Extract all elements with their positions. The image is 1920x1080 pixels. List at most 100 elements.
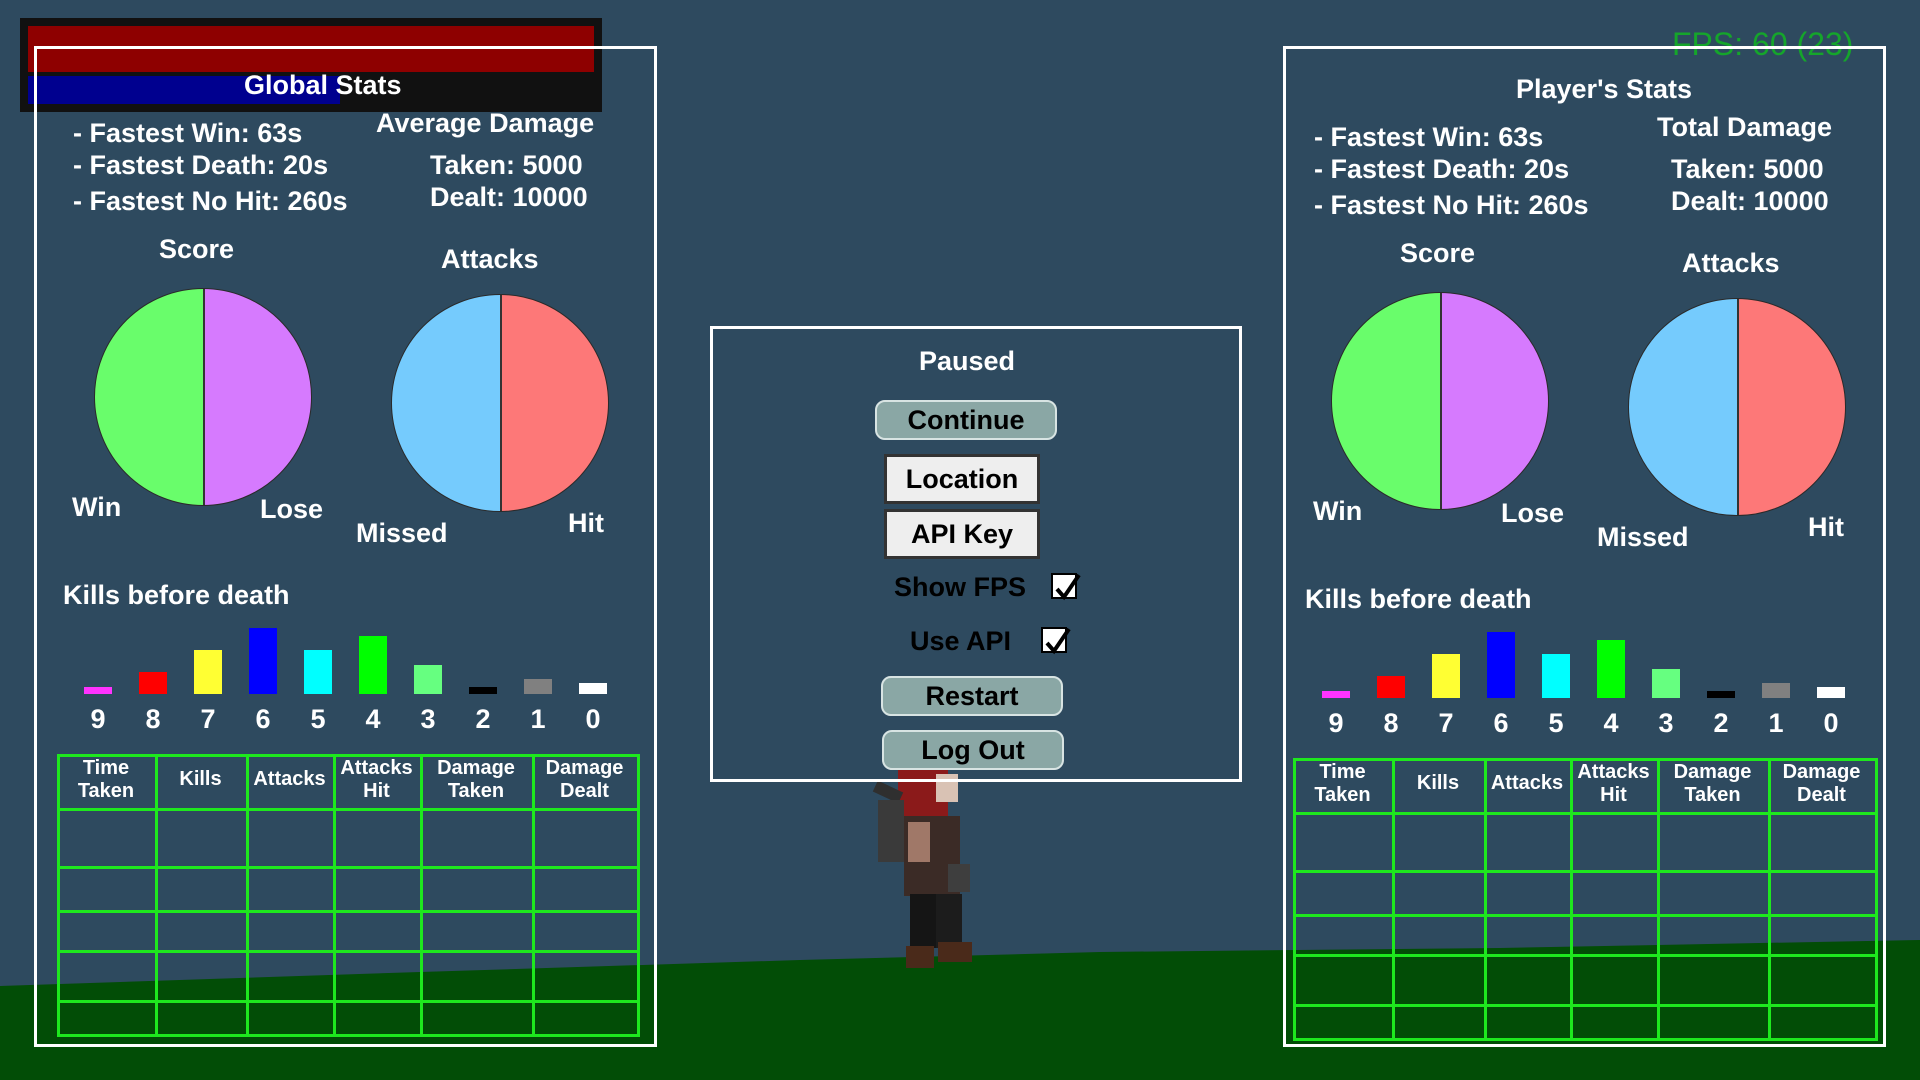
table-header-cell: Attacks Hit — [333, 757, 420, 803]
table-row-line — [1293, 812, 1878, 815]
table-column-line — [1392, 758, 1395, 1041]
kills-label-8: 8 — [1383, 708, 1399, 738]
table-row-line — [1293, 870, 1878, 873]
player-attacks-pie — [1628, 298, 1846, 516]
kills-bar-1 — [524, 679, 552, 694]
table-header-cell: Attacks Hit — [1570, 761, 1657, 807]
table-row-line — [1293, 1004, 1878, 1007]
global-stats-title: Global Stats — [244, 70, 402, 100]
table-header-text: Taken — [1684, 784, 1741, 806]
kills-bar-7 — [194, 650, 222, 694]
use-api-label: Use API — [910, 626, 1012, 656]
kills-label-4: 4 — [365, 704, 381, 734]
table-row-line — [1293, 914, 1878, 917]
kills-label-4: 4 — [1603, 708, 1619, 738]
logout-button[interactable]: Log Out — [882, 730, 1064, 770]
global-score-pie — [94, 288, 312, 506]
location-button[interactable]: Location — [884, 454, 1040, 504]
table-row-line — [57, 1000, 640, 1003]
table-row-line — [57, 866, 640, 869]
table-column-line — [246, 754, 249, 1037]
kills-label-5: 5 — [310, 704, 326, 734]
global-damage-heading: Average Damage — [376, 108, 595, 138]
kills-bar-6 — [1487, 632, 1515, 698]
show-fps-label: Show FPS — [894, 572, 1027, 602]
table-column-line — [1484, 758, 1487, 1041]
global-score-title: Score — [159, 234, 235, 264]
table-header-text: Damage — [437, 757, 515, 779]
api-key-button[interactable]: API Key — [884, 509, 1040, 559]
player-score-title: Score — [1400, 238, 1476, 268]
kills-bar-9 — [84, 686, 112, 694]
kills-bar-2 — [469, 686, 497, 694]
global-fastest-win: - Fastest Win: 63s — [73, 118, 303, 148]
kills-label-1: 1 — [530, 704, 546, 734]
kills-label-9: 9 — [90, 704, 106, 734]
table-header-text: Damage — [1782, 761, 1861, 783]
kills-bar-4 — [1597, 639, 1625, 698]
restart-button[interactable]: Restart — [881, 676, 1063, 716]
global-missed-label: Missed — [356, 518, 448, 548]
kills-label-0: 0 — [1823, 708, 1839, 738]
table-header-text: Hit — [1600, 784, 1627, 806]
table-header-text: Taken — [1314, 784, 1371, 806]
kills-label-0: 0 — [585, 704, 601, 734]
checkmark-icon — [1055, 573, 1081, 601]
table-header-text: Kills — [179, 768, 222, 790]
table-column-line — [637, 754, 640, 1037]
kills-bar-9 — [1322, 690, 1350, 698]
kills-bar-4 — [359, 635, 387, 694]
table-header-text: Damage — [545, 757, 624, 779]
table-header-text: Attacks — [253, 768, 326, 790]
table-header-cell: Kills — [1392, 772, 1484, 795]
global-damage-taken: Taken: 5000 — [430, 150, 583, 180]
kills-bar-5 — [304, 650, 332, 694]
table-row-line — [57, 950, 640, 953]
kills-bar-7 — [1432, 654, 1460, 698]
table-header-text: Dealt — [560, 780, 609, 802]
global-attacks-title: Attacks — [441, 244, 539, 274]
player-win-label: Win — [1313, 496, 1363, 526]
global-kills-title: Kills before death — [63, 580, 290, 610]
global-hit-label: Hit — [568, 508, 604, 538]
global-attacks-pie — [391, 294, 609, 512]
global-win-label: Win — [72, 492, 122, 522]
player-damage-dealt: Dealt: 10000 — [1671, 186, 1829, 216]
kills-bar-3 — [1652, 668, 1680, 698]
table-header-text: Attacks — [1577, 761, 1650, 783]
table-header-cell: Time Taken — [1293, 761, 1392, 807]
player-fastest-nohit: - Fastest No Hit: 260s — [1314, 190, 1589, 220]
player-stats-title: Player's Stats — [1516, 74, 1693, 104]
show-fps-checkbox[interactable] — [1051, 573, 1081, 601]
table-header-text: Dealt — [1797, 784, 1846, 806]
kills-bar-2 — [1707, 690, 1735, 698]
checkmark-icon — [1045, 627, 1071, 655]
player-hit-label: Hit — [1808, 512, 1844, 542]
player-damage-heading: Total Damage — [1657, 112, 1833, 142]
use-api-checkbox[interactable] — [1041, 627, 1071, 655]
table-header-cell: Time Taken — [57, 757, 155, 803]
kills-label-7: 7 — [1438, 708, 1454, 738]
global-fastest-death: - Fastest Death: 20s — [73, 150, 329, 180]
player-lose-label: Lose — [1501, 498, 1565, 528]
table-row-line — [57, 808, 640, 811]
kills-label-8: 8 — [145, 704, 161, 734]
kills-label-2: 2 — [475, 704, 491, 734]
player-score-pie — [1331, 292, 1549, 510]
kills-label-2: 2 — [1713, 708, 1729, 738]
table-header-cell: Attacks — [246, 768, 333, 791]
player-kills-title: Kills before death — [1305, 584, 1532, 614]
global-damage-dealt: Dealt: 10000 — [430, 182, 588, 212]
player-fastest-death: - Fastest Death: 20s — [1314, 154, 1570, 184]
global-lose-label: Lose — [260, 494, 324, 524]
table-header-cell: Kills — [155, 768, 246, 791]
table-header-cell: Damage Taken — [1657, 761, 1768, 807]
kills-label-1: 1 — [1768, 708, 1784, 738]
table-header-cell: Damage Taken — [420, 757, 532, 803]
table-column-line — [155, 754, 158, 1037]
kills-bar-6 — [249, 628, 277, 694]
table-header-text: Attacks — [340, 757, 413, 779]
continue-button[interactable]: Continue — [875, 400, 1057, 440]
kills-label-9: 9 — [1328, 708, 1344, 738]
kills-label-6: 6 — [1493, 708, 1509, 738]
